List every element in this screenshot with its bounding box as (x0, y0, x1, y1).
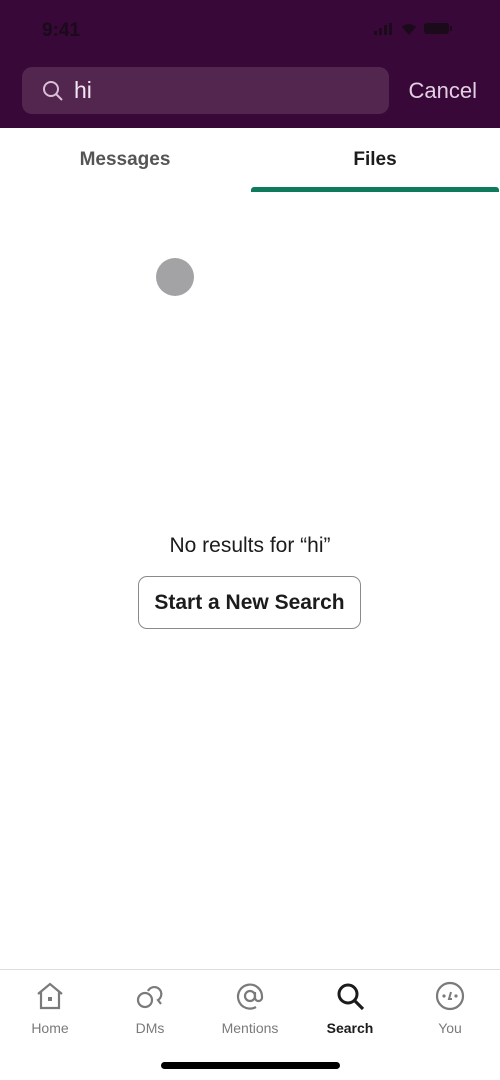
signal-icon (374, 22, 392, 35)
nav-label: You (438, 1020, 462, 1036)
tab-messages[interactable]: Messages (0, 128, 250, 192)
empty-state-message: No results for “hi” (169, 534, 331, 557)
tab-files[interactable]: Files (250, 128, 500, 192)
start-new-search-button[interactable]: Start a New Search (138, 576, 361, 629)
search-icon (337, 983, 365, 1011)
dms-icon (136, 986, 163, 1009)
home-icon (37, 982, 63, 1010)
home-indicator[interactable] (161, 1062, 340, 1069)
battery-icon (424, 23, 452, 34)
nav-label: Mentions (221, 1020, 279, 1036)
cancel-button[interactable]: Cancel (409, 78, 477, 104)
nav-label: Home (31, 1020, 69, 1036)
nav-you[interactable]: You (400, 970, 500, 1080)
search-icon (43, 80, 63, 101)
nav-label: Search (326, 1020, 374, 1036)
you-icon (435, 981, 465, 1011)
search-field[interactable] (22, 67, 389, 114)
status-icons (374, 22, 452, 35)
status-time: 9:41 (42, 20, 81, 41)
at-icon (236, 983, 264, 1010)
wifi-icon (402, 24, 416, 35)
header: 9:41 Cancel (0, 0, 500, 128)
tab-bar: Messages Files (0, 128, 500, 192)
search-input[interactable] (74, 77, 364, 104)
nav-home[interactable]: Home (0, 970, 100, 1080)
touch-indicator (156, 258, 194, 296)
nav-label: DMs (135, 1020, 165, 1036)
